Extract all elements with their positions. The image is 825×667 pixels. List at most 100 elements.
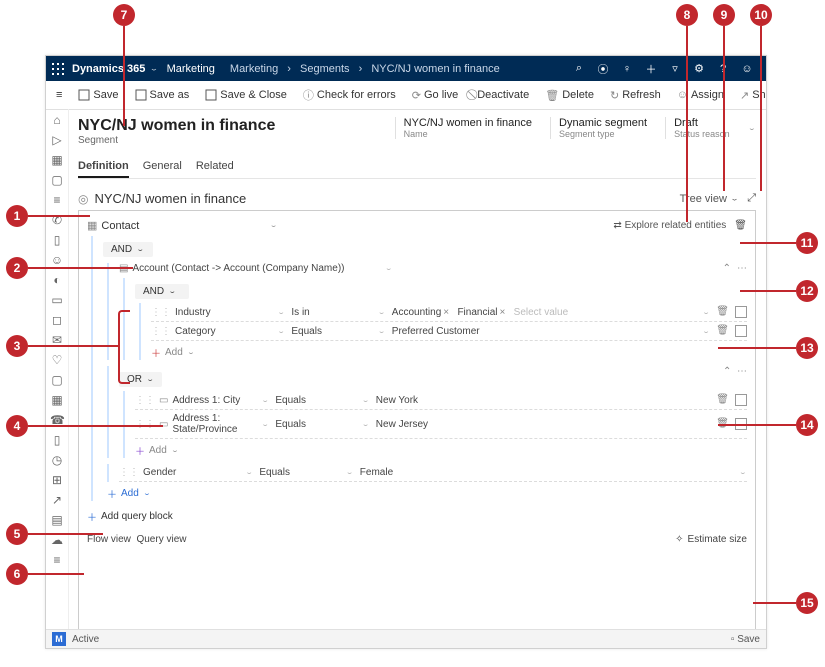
filter-icon[interactable]: ▿ bbox=[668, 62, 682, 75]
callout-3-leader bbox=[28, 345, 118, 347]
grid-icon[interactable]: ▦ bbox=[50, 153, 64, 167]
save-as-button[interactable]: Save as bbox=[131, 86, 194, 104]
task-icon[interactable]: ⦿ bbox=[596, 61, 610, 77]
status-m-badge[interactable]: M bbox=[52, 632, 66, 646]
tab-definition[interactable]: Definition bbox=[78, 156, 129, 178]
hamburger-icon[interactable]: ≡ bbox=[52, 86, 66, 104]
operator-and[interactable]: AND ⌄ bbox=[103, 242, 153, 257]
search-icon[interactable]: ⌕ bbox=[572, 62, 586, 75]
help-bulb-icon[interactable]: ♀ bbox=[620, 63, 634, 75]
fullscreen-icon[interactable]: ⤢ bbox=[747, 192, 756, 205]
explore-related-button[interactable]: ⇄ Explore related entities bbox=[613, 220, 726, 231]
save-button[interactable]: Save bbox=[74, 86, 122, 104]
remove-tag-icon[interactable]: × bbox=[443, 307, 449, 318]
drag-icon[interactable]: ⋮⋮ bbox=[151, 307, 171, 318]
add-query-block-button[interactable]: ＋ Add query block bbox=[87, 509, 173, 524]
account-chevron-icon[interactable]: ⌄ bbox=[384, 265, 392, 272]
doc-icon[interactable]: ▢ bbox=[50, 173, 64, 187]
calendar-icon[interactable]: ▦ bbox=[50, 393, 64, 407]
drag-icon[interactable]: ⋮⋮ bbox=[151, 326, 171, 337]
clock-icon[interactable]: ◷ bbox=[50, 453, 64, 467]
breadcrumb-item[interactable]: Marketing bbox=[230, 63, 278, 75]
account-subgroup-label[interactable]: Account (Contact -> Account (Company Nam… bbox=[132, 263, 344, 274]
assign-button[interactable]: ☺ Assign bbox=[673, 86, 728, 104]
clause-checkbox[interactable] bbox=[735, 394, 747, 406]
refresh-button[interactable]: ↻ Refresh bbox=[606, 86, 665, 105]
breadcrumb-sep: › bbox=[287, 63, 291, 75]
clause-category[interactable]: ⋮⋮ Category ⌄ Equals ⌄ Preferred Custome… bbox=[151, 322, 747, 341]
run-icon[interactable]: ▷ bbox=[50, 133, 64, 147]
entity-chevron-icon[interactable]: ⌄ bbox=[269, 222, 277, 229]
cloud-icon[interactable]: ☁ bbox=[50, 533, 64, 547]
clause-city[interactable]: ⋮⋮ ▭ Address 1: City ⌄ Equals ⌄ New York… bbox=[135, 391, 747, 410]
person-icon[interactable]: ☺ bbox=[50, 253, 64, 267]
drag-icon[interactable]: ⋮⋮ bbox=[135, 395, 155, 406]
list2-icon[interactable]: ≡ bbox=[50, 553, 64, 567]
operator-and-inner[interactable]: AND ⌄ bbox=[135, 284, 189, 299]
add-icon[interactable]: ＋ bbox=[644, 61, 658, 77]
delete-clause-icon[interactable]: 🗑 bbox=[716, 325, 729, 337]
user-icon[interactable]: ☺ bbox=[740, 63, 754, 75]
estimate-icon: ✧ bbox=[675, 534, 683, 545]
collapse-icon[interactable]: ⌃ bbox=[723, 366, 731, 377]
query-view-link[interactable]: Query view bbox=[136, 534, 186, 545]
callout-7: 7 bbox=[113, 4, 135, 26]
settings-gear-icon[interactable]: ⚙ bbox=[692, 62, 706, 75]
flow-view-link[interactable]: Flow view bbox=[87, 534, 131, 545]
add-clause-button[interactable]: ＋ Add ⌄ bbox=[135, 443, 179, 458]
doc2-icon[interactable]: ▯ bbox=[50, 433, 64, 447]
save-close-button[interactable]: Save & Close bbox=[201, 86, 291, 104]
more-icon[interactable]: ⋯ bbox=[737, 366, 747, 377]
globe-icon[interactable]: ◐ bbox=[50, 273, 64, 287]
estimate-size-button[interactable]: Estimate size bbox=[688, 534, 747, 545]
remove-tag-icon[interactable]: × bbox=[499, 307, 505, 318]
callout-3-bracket bbox=[118, 310, 130, 384]
header-field-name: NYC/NJ women in finance Name bbox=[395, 117, 540, 139]
bookmark-icon[interactable]: ▯ bbox=[50, 233, 64, 247]
clause-checkbox[interactable] bbox=[735, 306, 747, 318]
layers-icon[interactable]: ▤ bbox=[50, 513, 64, 527]
folder-icon[interactable]: ▭ bbox=[50, 293, 64, 307]
send-icon[interactable]: ↗ bbox=[50, 493, 64, 507]
callout-3: 3 bbox=[6, 335, 28, 357]
header-expand-icon[interactable]: ⌄ bbox=[748, 125, 756, 132]
bars-icon[interactable]: ≡ bbox=[50, 193, 64, 207]
go-live-button[interactable]: ⟳ Go live bbox=[408, 86, 462, 105]
delete-block-icon[interactable]: 🗑 bbox=[734, 220, 747, 231]
callout-9: 9 bbox=[713, 4, 735, 26]
home-icon[interactable]: ⌂ bbox=[50, 113, 64, 127]
tab-general[interactable]: General bbox=[143, 156, 182, 178]
check-errors-button[interactable]: ⓘ Check for errors bbox=[299, 84, 400, 106]
app-launcher-icon[interactable] bbox=[52, 63, 64, 75]
speech-icon[interactable]: ◻ bbox=[50, 313, 64, 327]
share-button[interactable]: ↗ Share bbox=[736, 86, 767, 105]
heart-icon[interactable]: ♡ bbox=[50, 353, 64, 367]
status-save-icon[interactable]: ▫ Save bbox=[731, 634, 760, 645]
app-name[interactable]: Marketing bbox=[167, 63, 215, 75]
breadcrumb-item[interactable]: Segments bbox=[300, 63, 350, 75]
clause-gender[interactable]: ⋮⋮ Gender ⌄ Equals ⌄ Female ⌄ bbox=[119, 464, 747, 482]
add-clause-button[interactable]: ＋ Add ⌄ bbox=[151, 345, 195, 360]
clause-checkbox[interactable] bbox=[735, 325, 747, 337]
delete-clause-icon[interactable]: 🗑 bbox=[716, 394, 729, 406]
tab-related[interactable]: Related bbox=[196, 156, 234, 178]
root-entity[interactable]: Contact bbox=[101, 220, 139, 232]
brand-chevron-icon[interactable]: ⌄ bbox=[149, 65, 158, 73]
deactivate-button[interactable]: ⃠ Deactivate bbox=[470, 86, 533, 105]
more-icon[interactable]: ⋯ bbox=[737, 263, 747, 274]
callout-15: 15 bbox=[796, 592, 818, 614]
breadcrumb-item[interactable]: NYC/NJ women in finance bbox=[371, 63, 499, 75]
clause-state[interactable]: ⋮⋮ ▭ Address 1: State/Province ⌄ Equals … bbox=[135, 410, 747, 439]
delete-clause-icon[interactable]: 🗑 bbox=[716, 306, 729, 318]
collapse-icon[interactable]: ⌃ bbox=[723, 263, 731, 274]
tree-icon[interactable]: ⊞ bbox=[50, 473, 64, 487]
header-field-type: Dynamic segment Segment type bbox=[550, 117, 655, 139]
page-icon[interactable]: ▢ bbox=[50, 373, 64, 387]
tree-view-toggle[interactable]: Tree view ⌄ bbox=[680, 192, 740, 205]
delete-button[interactable]: 🗑 Delete bbox=[541, 86, 598, 105]
drag-icon[interactable]: ⋮⋮ bbox=[119, 467, 139, 478]
callout-6-leader bbox=[28, 573, 84, 575]
drag-icon[interactable]: ⋮⋮ bbox=[135, 419, 155, 430]
add-clause-button-root[interactable]: ＋ Add ⌄ bbox=[107, 486, 151, 501]
clause-industry[interactable]: ⋮⋮ Industry ⌄ Is in ⌄ Accounting × Finan… bbox=[151, 303, 747, 322]
